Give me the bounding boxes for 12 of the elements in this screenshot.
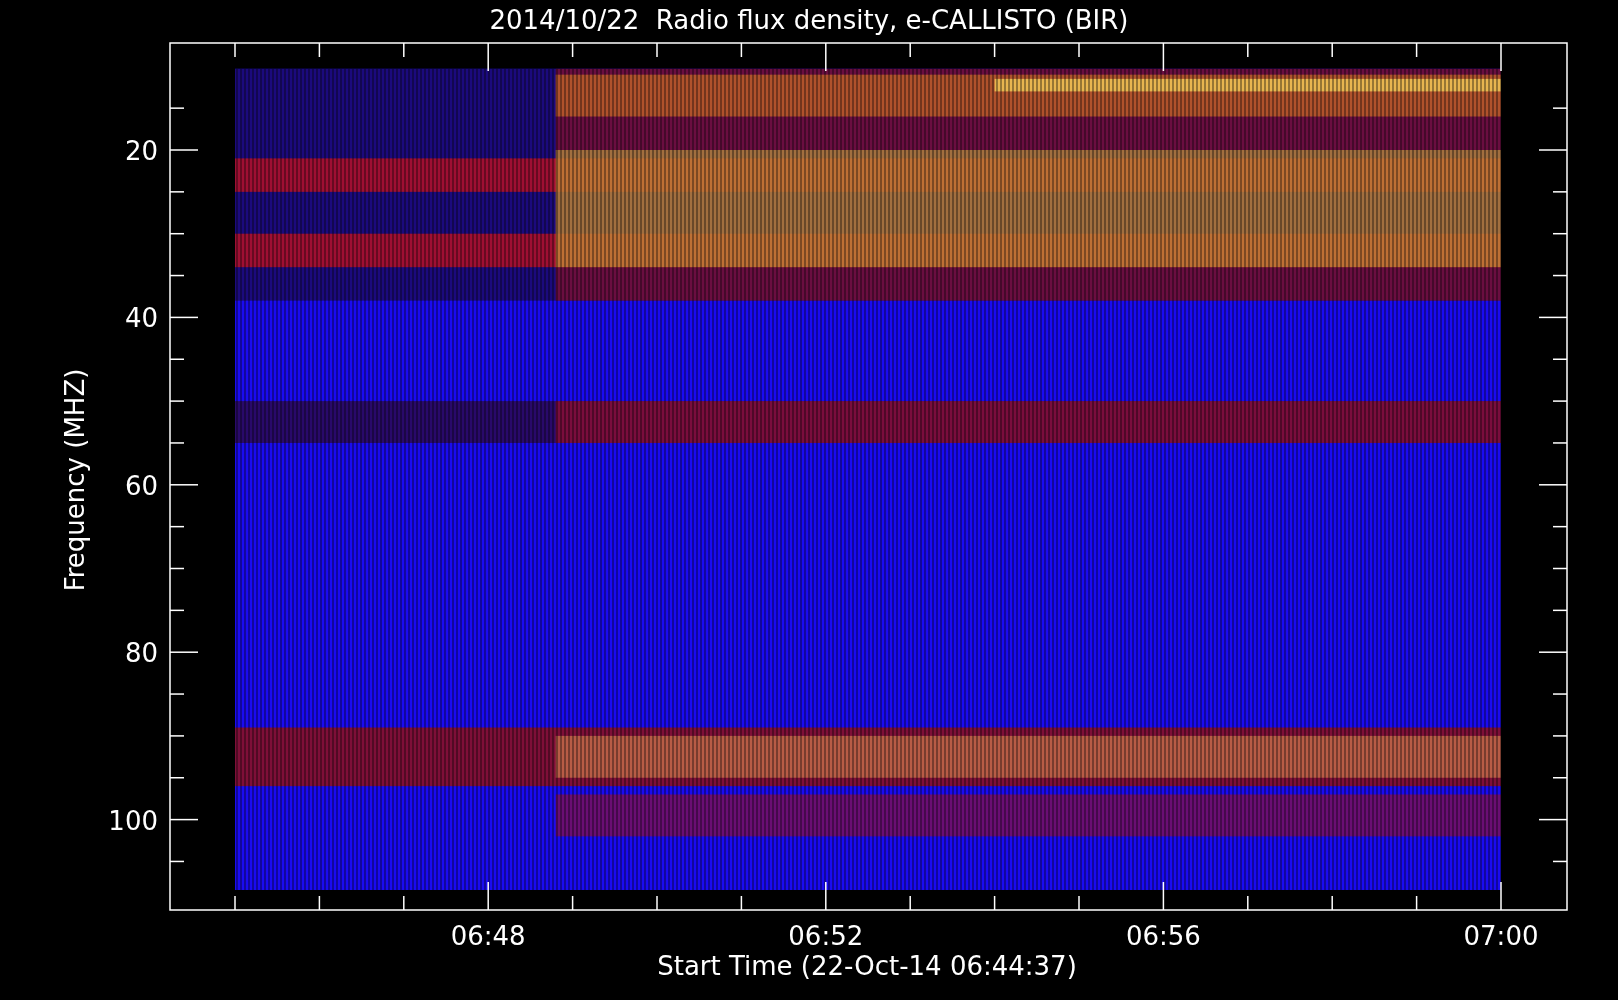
x-tick-label: 06:56 [1125,921,1201,951]
y-tick-label: 60 [124,470,158,501]
x-tick-label: 06:48 [450,921,526,951]
x-axis-label: Start Time (22-Oct-14 06:44:37) [657,951,1077,981]
y-tick-label: 80 [124,638,158,669]
y-tick-label: 100 [108,805,158,836]
y-tick-label: 20 [124,136,158,166]
y-axis-label: Frequency (MHZ) [60,368,90,592]
x-tick-label: 07:00 [1463,921,1539,951]
plot-title: 2014/10/22 Radio flux density, e-CALLISTO (BIR) [489,5,1129,35]
x-tick-label: 06:52 [788,921,864,951]
y-tick-label: 40 [124,303,158,334]
